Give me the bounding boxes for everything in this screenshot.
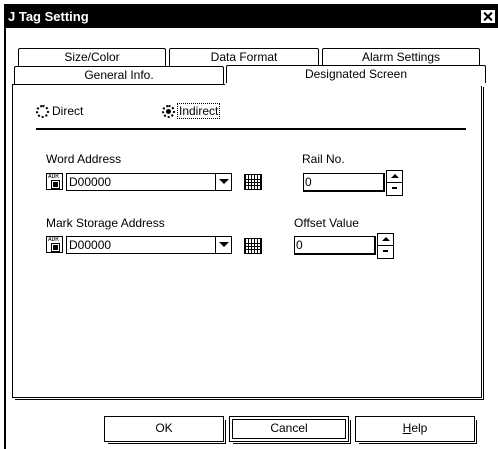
close-icon[interactable] [480,9,496,24]
tab-data-format[interactable]: Data Format [169,48,319,66]
window-title: J Tag Setting [8,9,89,24]
tab-label: Data Format [210,50,278,64]
help-button[interactable]: Help [355,416,477,444]
tab-designated-screen[interactable]: Designated Screen [226,65,486,85]
help-button-label: elp [411,421,428,435]
ok-button-label: OK [155,421,173,435]
title-bar[interactable]: J Tag Setting [6,6,498,28]
tab-label: General Info. [84,68,154,82]
tab-label: Size/Color [64,50,120,64]
cancel-button[interactable]: Cancel [229,416,351,444]
ok-button[interactable]: OK [104,416,226,444]
tab-alarm-settings[interactable]: Alarm Settings [322,48,480,66]
tab-size-color[interactable]: Size/Color [18,48,166,66]
cancel-button-label: Cancel [270,421,308,435]
tab-label: Designated Screen [304,67,408,81]
designated-screen-panel [12,84,484,400]
tab-label: Alarm Settings [361,50,441,64]
help-button-mnemonic: H [402,421,412,435]
tab-general-info[interactable]: General Info. [14,66,224,84]
